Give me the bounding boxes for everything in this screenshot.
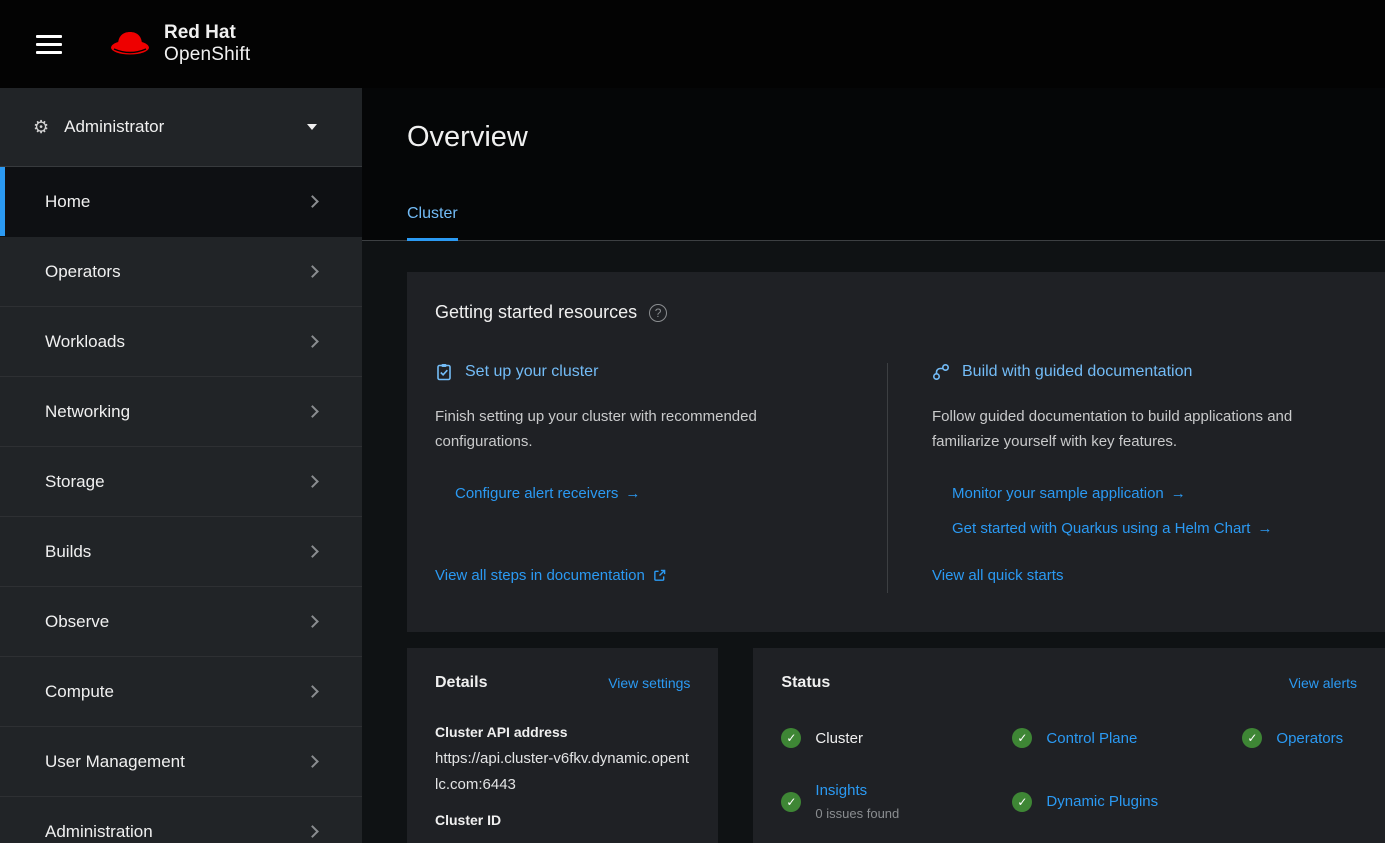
guided-documentation-section: Build with guided documentation Follow g…	[888, 363, 1385, 593]
configure-alert-receivers-link[interactable]: Configure alert receivers→	[455, 484, 887, 503]
nav-item-label: Networking	[45, 402, 130, 422]
cluster-api-address-value: https://api.cluster-v6fkv.dynamic.opentl…	[435, 746, 690, 798]
details-card-title: Details	[435, 674, 487, 692]
nav-item-label: Compute	[45, 682, 114, 702]
page-title: Overview	[407, 121, 528, 154]
redhat-fedora-icon	[108, 28, 152, 60]
masthead: Red Hat OpenShift	[0, 0, 1385, 88]
section-title: Set up your cluster	[465, 363, 598, 381]
sidebar-item-operators[interactable]: Operators	[0, 237, 362, 307]
cluster-id-label: Cluster ID	[435, 812, 690, 828]
cluster-api-address-label: Cluster API address	[435, 724, 690, 740]
setup-cluster-section: Set up your cluster Finish setting up yo…	[435, 363, 887, 593]
brand-line2: OpenShift	[164, 44, 250, 66]
check-circle-icon: ✓	[781, 792, 801, 812]
nav-toggle-button[interactable]	[30, 24, 68, 65]
chevron-right-icon	[306, 405, 319, 418]
sidebar-nav: Home Operators Workloads Networking Stor…	[0, 167, 362, 843]
sidebar-item-home[interactable]: Home	[0, 167, 362, 237]
chevron-right-icon	[306, 265, 319, 278]
view-all-quick-starts-link[interactable]: View all quick starts	[932, 566, 1063, 585]
check-circle-icon: ✓	[1012, 728, 1032, 748]
main-content: Overview Cluster Getting started resourc…	[362, 88, 1385, 843]
section-body: Follow guided documentation to build app…	[932, 405, 1352, 454]
nav-item-label: User Management	[45, 752, 185, 772]
brand-line1: Red Hat	[164, 22, 250, 44]
brand-text: Red Hat OpenShift	[164, 22, 250, 66]
view-alerts-link[interactable]: View alerts	[1289, 675, 1357, 691]
quarkus-helm-chart-link[interactable]: Get started with Quarkus using a Helm Ch…	[952, 519, 1385, 538]
tab-cluster[interactable]: Cluster	[407, 205, 458, 241]
operators-link[interactable]: Operators	[1276, 729, 1343, 748]
insights-link[interactable]: Insights	[815, 782, 867, 799]
brand-logo: Red Hat OpenShift	[108, 22, 250, 66]
sidebar-item-storage[interactable]: Storage	[0, 447, 362, 517]
check-circle-icon: ✓	[781, 728, 801, 748]
status-item-operators: ✓ Operators	[1242, 728, 1357, 748]
page-header: Overview	[362, 88, 1385, 186]
tab-bar: Cluster	[362, 186, 1385, 241]
chevron-right-icon	[306, 335, 319, 348]
help-icon[interactable]: ?	[649, 304, 667, 322]
chevron-right-icon	[306, 545, 319, 558]
arrow-right-icon: →	[1257, 520, 1272, 537]
hamburger-icon	[36, 35, 62, 54]
nav-item-label: Home	[45, 192, 90, 212]
nav-item-label: Storage	[45, 472, 105, 492]
getting-started-title: Getting started resources	[435, 302, 637, 323]
chevron-right-icon	[306, 755, 319, 768]
status-item-control-plane: ✓ Control Plane	[1012, 728, 1242, 748]
insights-issues-count: 0 issues found	[815, 806, 899, 822]
nav-item-label: Observe	[45, 612, 109, 632]
overview-content: Getting started resources ? Set up your …	[362, 241, 1385, 843]
section-body: Finish setting up your cluster with reco…	[435, 405, 815, 454]
control-plane-link[interactable]: Control Plane	[1046, 729, 1137, 748]
getting-started-card: Getting started resources ? Set up your …	[407, 272, 1385, 632]
view-settings-link[interactable]: View settings	[608, 675, 690, 691]
caret-down-icon	[307, 124, 317, 130]
arrow-right-icon: →	[1171, 485, 1186, 502]
sidebar-item-workloads[interactable]: Workloads	[0, 307, 362, 377]
arrow-right-icon: →	[625, 485, 640, 502]
status-card: Status View alerts ✓ Cluster ✓ Control P…	[753, 648, 1385, 843]
sidebar-item-user-management[interactable]: User Management	[0, 727, 362, 797]
nav-item-label: Builds	[45, 542, 91, 562]
dynamic-plugins-link[interactable]: Dynamic Plugins	[1046, 792, 1158, 811]
chevron-right-icon	[306, 195, 319, 208]
checklist-icon	[435, 363, 453, 381]
sidebar-item-builds[interactable]: Builds	[0, 517, 362, 587]
sidebar-item-compute[interactable]: Compute	[0, 657, 362, 727]
status-grid: ✓ Cluster ✓ Control Plane ✓ Operators ✓	[781, 728, 1357, 822]
check-circle-icon: ✓	[1012, 792, 1032, 812]
perspective-switcher[interactable]: ⚙ Administrator	[0, 88, 362, 167]
status-item-cluster: ✓ Cluster	[781, 728, 1012, 748]
perspective-label: Administrator	[64, 117, 307, 137]
status-item-insights: ✓ Insights 0 issues found	[781, 781, 1012, 822]
chevron-right-icon	[306, 825, 319, 838]
dashboard-cards-row: Details View settings Cluster API addres…	[407, 648, 1385, 843]
guided-docs-icon	[932, 363, 950, 381]
status-item-dynamic-plugins: ✓ Dynamic Plugins	[1012, 792, 1242, 812]
monitor-sample-app-link[interactable]: Monitor your sample application→	[952, 484, 1385, 503]
nav-item-label: Administration	[45, 822, 153, 842]
details-card: Details View settings Cluster API addres…	[407, 648, 718, 843]
check-circle-icon: ✓	[1242, 728, 1262, 748]
nav-item-label: Operators	[45, 262, 121, 282]
sidebar-item-observe[interactable]: Observe	[0, 587, 362, 657]
gear-icon: ⚙	[33, 117, 49, 138]
status-label: Cluster	[815, 729, 863, 748]
chevron-right-icon	[306, 475, 319, 488]
chevron-right-icon	[306, 615, 319, 628]
nav-item-label: Workloads	[45, 332, 125, 352]
sidebar-item-networking[interactable]: Networking	[0, 377, 362, 447]
status-card-title: Status	[781, 674, 830, 692]
sidebar: ⚙ Administrator Home Operators Workloads…	[0, 88, 362, 843]
sidebar-item-administration[interactable]: Administration	[0, 797, 362, 843]
external-link-icon	[653, 569, 666, 582]
chevron-right-icon	[306, 685, 319, 698]
section-title: Build with guided documentation	[962, 363, 1192, 381]
view-all-steps-link[interactable]: View all steps in documentation	[435, 566, 666, 585]
